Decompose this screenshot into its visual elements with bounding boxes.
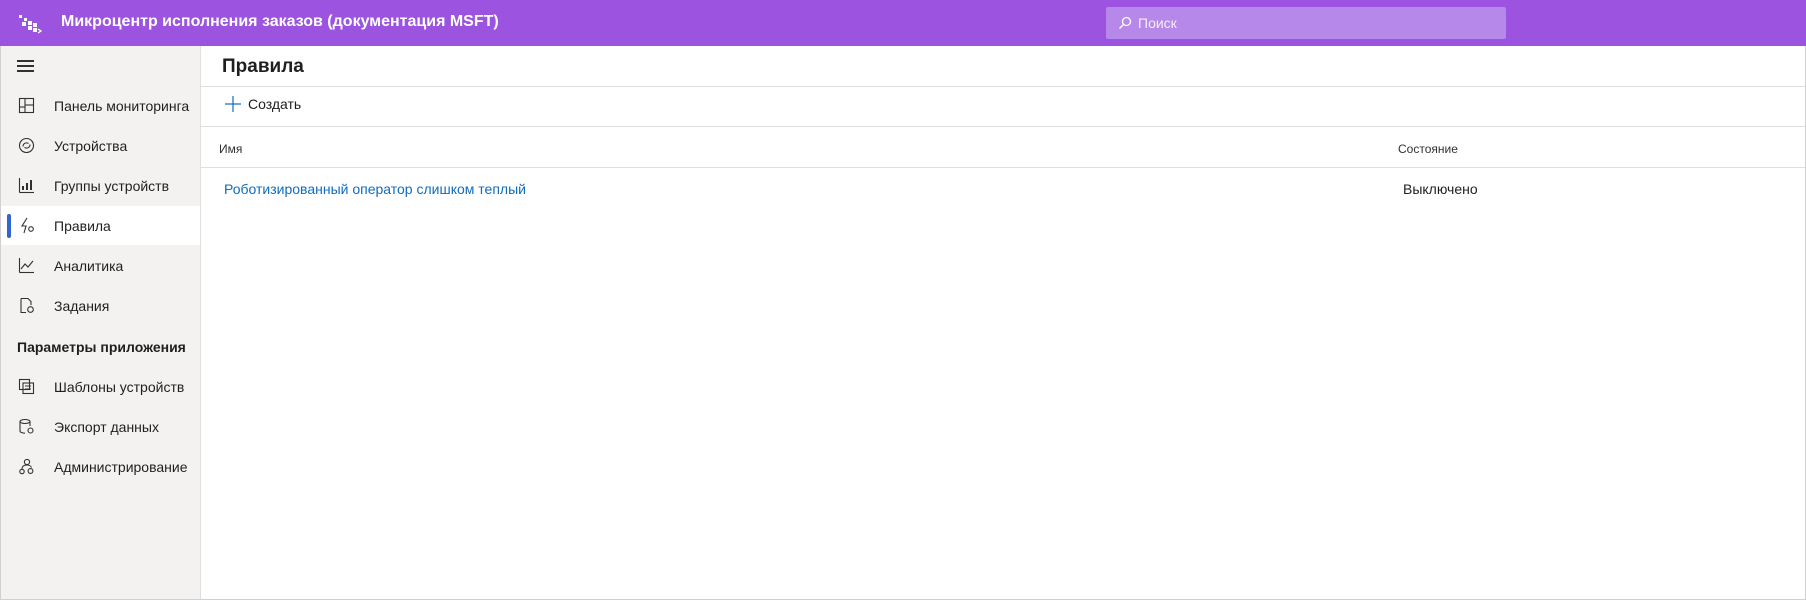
analytics-icon [18, 258, 34, 274]
sidebar: Панель мониторинга Устройства Группы уст… [1, 46, 201, 599]
sidebar-item-device-templates[interactable]: Шаблоны устройств [1, 367, 200, 406]
sidebar-item-label: Администрирование [54, 458, 188, 475]
sidebar-item-label: Экспорт данных [54, 418, 159, 435]
title-divider [201, 86, 1805, 87]
sidebar-item-rules[interactable]: Правила [1, 206, 200, 245]
rule-name-link[interactable]: Роботизированный оператор слишком теплый [224, 181, 526, 197]
new-rule-label: Создать [248, 96, 302, 112]
plus-icon [225, 96, 241, 112]
devices-icon [18, 137, 35, 154]
device-templates-icon [18, 378, 35, 395]
new-rule-button[interactable]: Создать [224, 90, 301, 118]
sidebar-item-jobs[interactable]: Задания [1, 286, 200, 325]
data-export-icon [19, 418, 34, 434]
column-header-name[interactable]: Имя [219, 142, 242, 156]
sidebar-item-label: Шаблоны устройств [54, 378, 185, 395]
rules-icon [21, 217, 34, 234]
command-bar-divider [201, 126, 1805, 127]
page-title: Правила [222, 56, 304, 77]
sidebar-item-devices[interactable]: Устройства [1, 126, 200, 165]
sidebar-item-data-export[interactable]: Экспорт данных [1, 407, 200, 446]
sidebar-item-label: Устройства [54, 137, 128, 154]
sidebar-item-administration[interactable]: Администрирование [1, 447, 200, 486]
main-content: Правила Создать Имя Состояние Роботизиро… [201, 46, 1805, 599]
sidebar-item-label: Задания [54, 297, 110, 314]
sidebar-item-label: Правила [54, 217, 111, 234]
rule-status: Выключено [1403, 181, 1478, 197]
table-row[interactable]: Роботизированный оператор слишком теплый… [201, 168, 1805, 208]
app-title: Микроцентр исполнения заказов (документа… [61, 13, 499, 30]
app-frame: Панель мониторинга Устройства Группы уст… [0, 46, 1806, 600]
app-settings-section-title: Параметры приложения [17, 339, 186, 355]
sidebar-item-dashboard[interactable]: Панель мониторинга [1, 86, 200, 125]
jobs-icon [20, 297, 34, 314]
search-icon [1119, 16, 1132, 29]
search-input[interactable] [1138, 15, 1478, 31]
sidebar-item-device-groups[interactable]: Группы устройств [1, 166, 200, 205]
hamburger-menu-icon[interactable] [17, 60, 35, 74]
sidebar-item-analytics[interactable]: Аналитика [1, 246, 200, 285]
sidebar-item-label: Группы устройств [54, 177, 170, 194]
sidebar-item-label: Панель мониторинга [54, 97, 190, 114]
dashboard-icon [18, 97, 35, 114]
app-logo-icon[interactable] [17, 12, 43, 34]
top-header-bar: Микроцентр исполнения заказов (документа… [0, 0, 1806, 46]
device-groups-icon [18, 178, 34, 194]
column-header-status[interactable]: Состояние [1398, 142, 1458, 156]
sidebar-item-label: Аналитика [54, 257, 124, 274]
administration-icon [19, 458, 34, 475]
search-box[interactable] [1106, 7, 1506, 39]
